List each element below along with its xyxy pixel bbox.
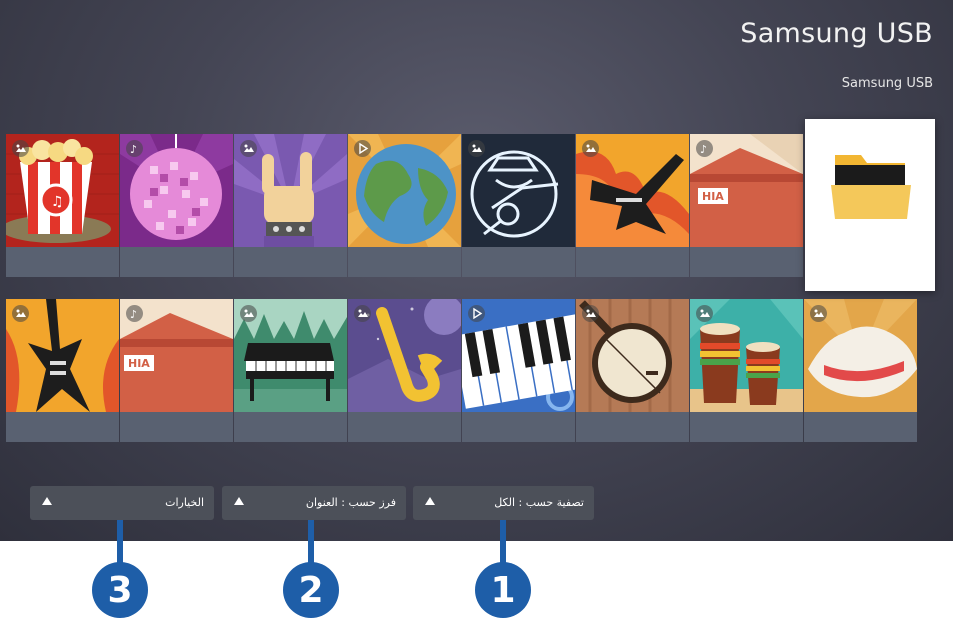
caret-up-icon: [234, 496, 244, 509]
tv-screen: Samsung USB Samsung USB ♫ ♪ HIA ♪ HIA ♪ …: [0, 0, 953, 541]
tile-caption: [462, 247, 575, 277]
svg-text:♪: ♪: [130, 308, 137, 321]
media-tile-saxophone[interactable]: [348, 299, 461, 442]
folder-icon: [831, 155, 911, 219]
media-tile-keyboard[interactable]: [462, 299, 575, 442]
photo-icon: [240, 305, 257, 322]
photo-icon: [240, 140, 257, 157]
media-tile-rock-hand[interactable]: [234, 134, 347, 277]
caret-up-icon: [425, 496, 435, 509]
play-icon: [468, 305, 485, 322]
photo-icon: [354, 305, 371, 322]
media-tile-drums[interactable]: [690, 299, 803, 442]
media-tile-globe[interactable]: [348, 134, 461, 277]
media-tile-banjo[interactable]: [576, 299, 689, 442]
tile-caption: [462, 412, 575, 442]
photo-icon: [582, 305, 599, 322]
music-note-icon: ♪: [696, 140, 713, 157]
callout-line-1: [500, 520, 506, 564]
tile-caption: [690, 412, 803, 442]
svg-text:♪: ♪: [130, 143, 137, 156]
tile-caption: [804, 412, 917, 442]
sort-label: فرز حسب : العنوان: [305, 496, 396, 509]
callout-badge-3: 3: [92, 562, 148, 618]
caret-up-icon: [42, 496, 52, 509]
svg-text:HIA: HIA: [702, 190, 724, 203]
page-title: Samsung USB: [740, 18, 933, 49]
callout-line-2: [308, 520, 314, 564]
filter-label: تصفية حسب : الكل: [494, 496, 584, 509]
photo-icon: [12, 305, 29, 322]
callout-badge-1: 1: [475, 562, 531, 618]
music-note-icon: ♪: [126, 140, 143, 157]
tile-caption: [576, 247, 689, 277]
tile-caption: [576, 412, 689, 442]
photo-icon: [12, 140, 29, 157]
tile-caption: [348, 412, 461, 442]
filter-button[interactable]: تصفية حسب : الكل: [413, 486, 594, 520]
options-button[interactable]: الخيارات: [30, 486, 214, 520]
options-label: الخيارات: [165, 496, 204, 509]
media-tile-cowboy-hat[interactable]: [804, 299, 917, 442]
tile-caption: [120, 247, 233, 277]
sort-button[interactable]: فرز حسب : العنوان: [222, 486, 406, 520]
media-tile-popcorn[interactable]: ♫: [6, 134, 119, 277]
tile-caption: [6, 412, 119, 442]
media-tile-disco-ball[interactable]: ♪: [120, 134, 233, 277]
usb-folder-tile[interactable]: [805, 119, 935, 291]
tile-caption: [6, 247, 119, 277]
media-tile-guitarist[interactable]: [462, 134, 575, 277]
callout-line-3: [117, 520, 123, 564]
play-icon: [354, 140, 371, 157]
photo-icon: [810, 305, 827, 322]
media-tile-barn[interactable]: HIA ♪: [690, 134, 803, 277]
photo-icon: [696, 305, 713, 322]
media-tile-barn-2[interactable]: HIA ♪: [120, 299, 233, 442]
media-tile-piano[interactable]: [234, 299, 347, 442]
tile-caption: [348, 247, 461, 277]
svg-text:♪: ♪: [700, 143, 707, 156]
photo-icon: [468, 140, 485, 157]
tile-caption: [120, 412, 233, 442]
breadcrumb: Samsung USB: [841, 76, 933, 91]
svg-text:♫: ♫: [51, 194, 64, 210]
tile-caption: [234, 412, 347, 442]
music-note-icon: ♪: [126, 305, 143, 322]
callout-badge-2: 2: [283, 562, 339, 618]
svg-text:HIA: HIA: [128, 357, 150, 370]
tile-caption: [234, 247, 347, 277]
tile-caption: [690, 247, 803, 277]
media-tile-electric-guitar[interactable]: [576, 134, 689, 277]
media-tile-electric-guitar-2[interactable]: [6, 299, 119, 442]
photo-icon: [582, 140, 599, 157]
